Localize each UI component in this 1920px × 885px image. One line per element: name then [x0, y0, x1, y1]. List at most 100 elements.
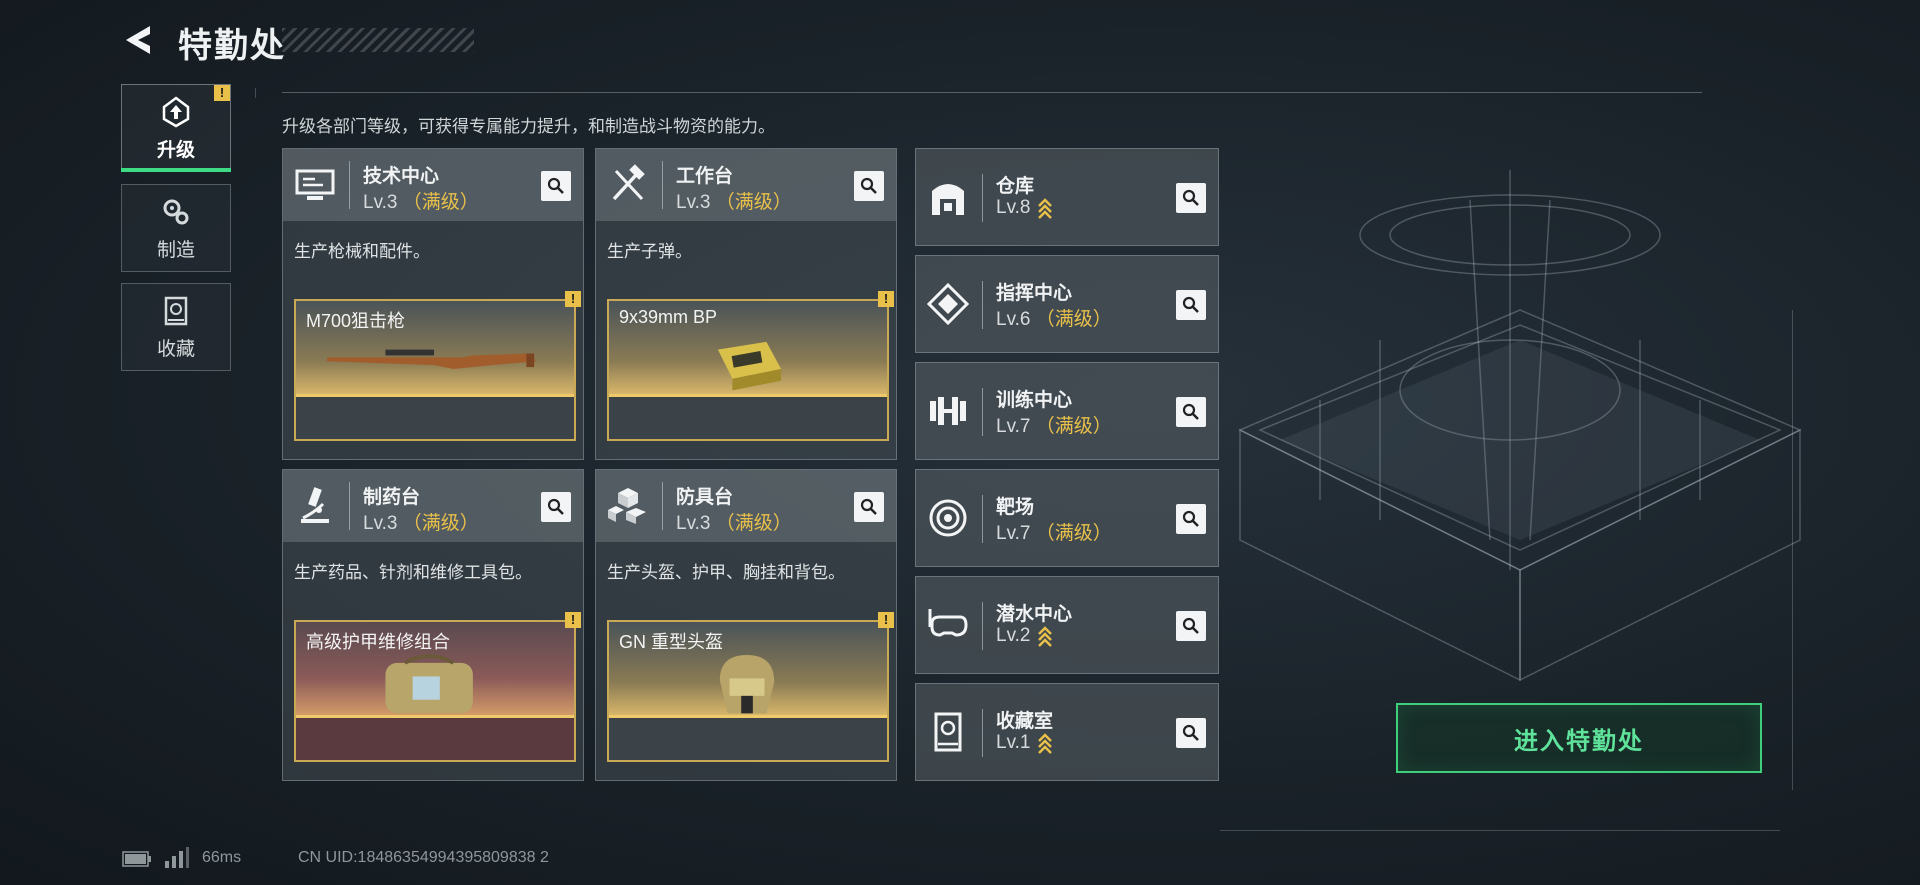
facility-card-training-center[interactable]: 训练中心 Lv.7 （满级） [915, 362, 1219, 460]
title-stripe-decoration [282, 28, 474, 52]
facility-card-collection-room[interactable]: 收藏室 Lv.1 [915, 683, 1219, 781]
facility-level: Lv.7 （满级） [996, 411, 1112, 438]
header-divider [982, 495, 983, 543]
nav-tab-upgrade[interactable]: 升级 ! [121, 84, 231, 172]
armor-boxes-icon [608, 488, 646, 524]
inspect-button[interactable] [1176, 290, 1206, 320]
ping-readout: 66ms [202, 849, 242, 866]
search-icon [547, 498, 564, 515]
page-description: 升级各部门等级，可获得专属能力提升，和制造战斗物资的能力。 [282, 117, 775, 136]
active-tab-indicator [121, 168, 231, 172]
nav-tab-craft[interactable]: 制造 [121, 184, 231, 272]
level-value: Lv.7 [996, 523, 1031, 544]
facility-card-shooting-range[interactable]: 靶场 Lv.7 （满级） [915, 469, 1219, 567]
level-value: Lv.3 [676, 513, 711, 534]
facility-description: 生产药品、针剂和维修工具包。 [294, 563, 532, 582]
inspect-button[interactable] [541, 171, 571, 201]
base-wireframe-art [1238, 170, 1802, 682]
upgrade-available-icon [1037, 733, 1052, 754]
warehouse-icon [932, 184, 964, 215]
upgrade-icon [162, 95, 190, 127]
facility-name: 制药台 [363, 487, 421, 508]
max-level-tag: （满级） [715, 192, 792, 213]
header-divider [282, 92, 1702, 93]
facility-card-tech-center[interactable]: 技术中心 Lv.3 （满级） 生产枪械和配件。 M700狙击枪 ! [282, 148, 584, 460]
inspect-button[interactable] [1176, 611, 1206, 641]
level-value: Lv.8 [996, 197, 1031, 219]
inspect-button[interactable] [541, 492, 571, 522]
search-icon [1182, 724, 1199, 741]
upgrade-available-icon [1037, 626, 1052, 647]
inspect-button[interactable] [1176, 183, 1206, 213]
inspect-button[interactable] [854, 492, 884, 522]
facility-description: 生产子弹。 [607, 242, 692, 261]
header-divider [349, 161, 350, 209]
signal-strength-icon [165, 847, 189, 868]
command-icon [926, 282, 970, 326]
facility-name: 收藏室 [996, 711, 1054, 732]
nav-label-craft: 制造 [156, 239, 195, 261]
crafting-item-slot[interactable]: 9x39mm BP [607, 299, 889, 441]
collection-room-icon [934, 712, 962, 752]
facility-name: 仓库 [996, 176, 1035, 197]
inspect-button[interactable] [1176, 397, 1206, 427]
search-icon [860, 177, 877, 194]
back-button[interactable] [120, 22, 156, 58]
inspect-button[interactable] [1176, 504, 1206, 534]
crafting-item-slot[interactable]: GN 重型头盔 [607, 620, 889, 762]
facility-card-armor-bench[interactable]: 防具台 Lv.3 （满级） 生产头盔、护甲、胸挂和背包。 GN 重型头盔 ! [595, 469, 897, 781]
header-divider [662, 482, 663, 530]
facility-card-pharmacy[interactable]: 制药台 Lv.3 （满级） 生产药品、针剂和维修工具包。 高级护甲维修组合 ! [282, 469, 584, 781]
max-level-tag: （满级） [402, 192, 479, 213]
frame-line-bottom [1220, 830, 1780, 831]
max-level-tag: （满级） [402, 513, 479, 534]
facility-card-workbench[interactable]: 工作台 Lv.3 （满级） 生产子弹。 9x39mm BP ! [595, 148, 897, 460]
crafting-item-slot[interactable]: M700狙击枪 [294, 299, 576, 441]
facility-name: 靶场 [996, 497, 1035, 518]
card-header: 工作台 Lv.3 （满级） [596, 149, 896, 221]
page-title: 特勤处 [178, 27, 286, 65]
facility-level: Lv.3 （满级） [363, 187, 479, 214]
item-name: 高级护甲维修组合 [306, 632, 450, 652]
divider-line [255, 88, 256, 98]
tools-icon [612, 164, 645, 201]
facility-name: 技术中心 [363, 166, 440, 187]
search-icon [860, 498, 877, 515]
card-header: 防具台 Lv.3 （满级） [596, 470, 896, 542]
facility-level: Lv.3 （满级） [363, 508, 479, 535]
header-divider [982, 281, 983, 329]
nav-label-upgrade: 升级 [156, 139, 195, 161]
search-icon [1182, 189, 1199, 206]
card-header: 制药台 Lv.3 （满级） [283, 470, 583, 542]
inspect-button[interactable] [1176, 718, 1206, 748]
level-value: Lv.1 [996, 732, 1031, 754]
enter-special-ops-button[interactable]: 进入特勤处 [1396, 703, 1762, 773]
facility-card-warehouse[interactable]: 仓库 Lv.8 [915, 148, 1219, 246]
search-icon [1182, 617, 1199, 634]
header-divider [982, 388, 983, 436]
facility-level: Lv.8 [996, 197, 1053, 219]
level-value: Lv.2 [996, 625, 1031, 647]
facility-level: Lv.3 （满级） [676, 508, 792, 535]
item-name: GN 重型头盔 [619, 632, 724, 652]
crafting-item-slot[interactable]: 高级护甲维修组合 [294, 620, 576, 762]
facility-name: 工作台 [676, 166, 734, 187]
alert-badge: ! [565, 612, 581, 628]
facility-name: 指挥中心 [996, 283, 1073, 304]
frame-line-right [1792, 310, 1793, 790]
nav-tab-collection[interactable]: 收藏 [121, 283, 231, 371]
facility-level: Lv.6 （满级） [996, 304, 1112, 331]
item-name: 9x39mm BP [619, 307, 718, 327]
facility-level: Lv.3 （满级） [676, 187, 792, 214]
facility-name: 潜水中心 [996, 604, 1073, 625]
facility-card-command-center[interactable]: 指挥中心 Lv.6 （满级） [915, 255, 1219, 353]
search-icon [547, 177, 564, 194]
target-icon [929, 499, 967, 537]
inspect-button[interactable] [854, 171, 884, 201]
upgrade-available-icon [1037, 198, 1052, 219]
header-divider [982, 174, 983, 222]
facility-name: 训练中心 [996, 390, 1073, 411]
level-value: Lv.3 [676, 192, 711, 213]
level-value: Lv.3 [363, 192, 398, 213]
facility-card-diving-center[interactable]: 潜水中心 Lv.2 [915, 576, 1219, 674]
